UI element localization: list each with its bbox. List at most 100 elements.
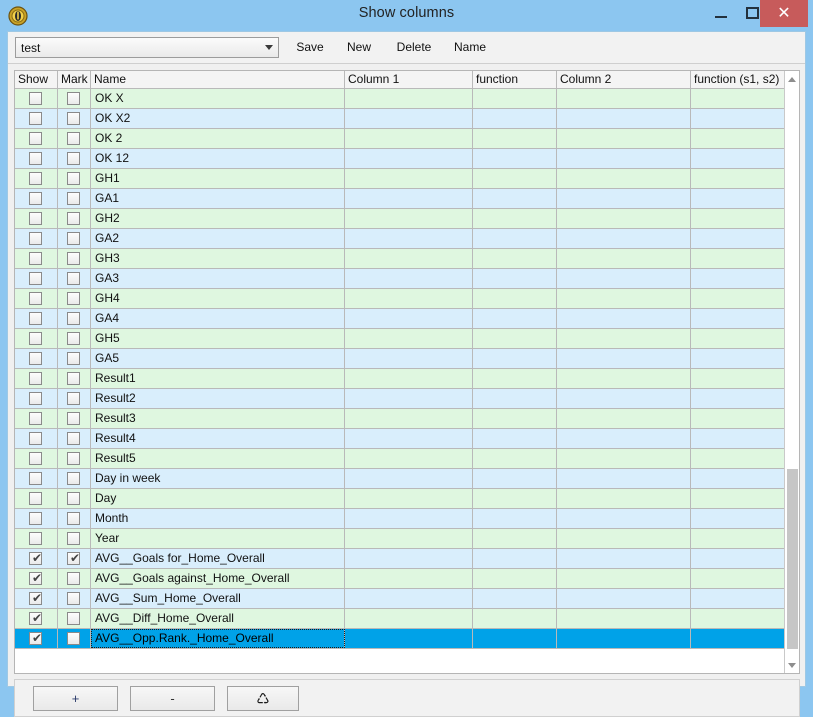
close-button[interactable]: ✕	[760, 0, 808, 27]
cell-function2[interactable]	[691, 389, 785, 408]
cell-mark[interactable]	[58, 109, 91, 128]
delete-button[interactable]: Delete	[389, 37, 439, 57]
cell-column1[interactable]	[345, 309, 473, 328]
checkbox[interactable]	[29, 452, 42, 465]
table-row[interactable]: ✔ AVG__Opp.Rank._Home_Overall	[15, 629, 785, 649]
cell-column1[interactable]	[345, 469, 473, 488]
cell-column2[interactable]	[557, 149, 691, 168]
cell-function2[interactable]	[691, 589, 785, 608]
table-row[interactable]: ✔ AVG__Diff_Home_Overall	[15, 609, 785, 629]
cell-function2[interactable]	[691, 629, 785, 648]
table-row[interactable]: Result4	[15, 429, 785, 449]
checkbox[interactable]	[67, 452, 80, 465]
grid-header-cell[interactable]: function	[473, 71, 557, 88]
cell-name[interactable]: GH4	[91, 289, 345, 308]
cell-function1[interactable]	[473, 249, 557, 268]
cell-name[interactable]: Result2	[91, 389, 345, 408]
table-row[interactable]: Year	[15, 529, 785, 549]
cell-function2[interactable]	[691, 429, 785, 448]
cell-function2[interactable]	[691, 169, 785, 188]
cell-mark[interactable]	[58, 89, 91, 108]
cell-name[interactable]: OK 12	[91, 149, 345, 168]
cell-function2[interactable]	[691, 509, 785, 528]
table-row[interactable]: GH4	[15, 289, 785, 309]
cell-mark[interactable]	[58, 429, 91, 448]
minimize-button[interactable]	[706, 0, 736, 26]
table-row[interactable]: GA5	[15, 349, 785, 369]
cell-name[interactable]: GA1	[91, 189, 345, 208]
cell-column2[interactable]	[557, 89, 691, 108]
cell-function1[interactable]	[473, 309, 557, 328]
cell-function1[interactable]	[473, 149, 557, 168]
cell-show[interactable]	[15, 269, 58, 288]
cell-function1[interactable]	[473, 289, 557, 308]
cell-column2[interactable]	[557, 109, 691, 128]
cell-column1[interactable]	[345, 389, 473, 408]
cell-function1[interactable]	[473, 369, 557, 388]
cell-column2[interactable]	[557, 449, 691, 468]
checkbox[interactable]	[29, 332, 42, 345]
cell-column2[interactable]	[557, 629, 691, 648]
cell-function2[interactable]	[691, 149, 785, 168]
table-row[interactable]: ✔ ✔ AVG__Goals for_Home_Overall	[15, 549, 785, 569]
cell-function1[interactable]	[473, 209, 557, 228]
cell-function2[interactable]	[691, 409, 785, 428]
checkbox[interactable]	[67, 92, 80, 105]
cell-function1[interactable]	[473, 489, 557, 508]
checkbox[interactable]	[67, 492, 80, 505]
save-button[interactable]: Save	[289, 37, 331, 57]
cell-column1[interactable]	[345, 209, 473, 228]
cell-mark[interactable]	[58, 569, 91, 588]
cell-show[interactable]	[15, 489, 58, 508]
checkbox[interactable]	[67, 312, 80, 325]
table-row[interactable]: Day in week	[15, 469, 785, 489]
checkbox[interactable]	[29, 412, 42, 425]
cell-function1[interactable]	[473, 389, 557, 408]
checkbox[interactable]	[29, 132, 42, 145]
table-row[interactable]: Result1	[15, 369, 785, 389]
cell-name[interactable]: Month	[91, 509, 345, 528]
checkbox[interactable]	[67, 392, 80, 405]
cell-column1[interactable]	[345, 449, 473, 468]
cell-function2[interactable]	[691, 529, 785, 548]
checkbox[interactable]	[67, 572, 80, 585]
checkbox[interactable]	[29, 292, 42, 305]
cell-column2[interactable]	[557, 569, 691, 588]
cell-function1[interactable]	[473, 629, 557, 648]
cell-mark[interactable]	[58, 509, 91, 528]
cell-mark[interactable]	[58, 329, 91, 348]
table-row[interactable]: GA3	[15, 269, 785, 289]
checkbox[interactable]: ✔	[29, 572, 42, 585]
cell-column1[interactable]	[345, 129, 473, 148]
scroll-up-arrow-icon[interactable]	[785, 72, 799, 86]
cell-column2[interactable]	[557, 409, 691, 428]
cell-name[interactable]: GH1	[91, 169, 345, 188]
cell-column1[interactable]	[345, 269, 473, 288]
cell-show[interactable]: ✔	[15, 609, 58, 628]
scrollbar-thumb[interactable]	[787, 469, 798, 649]
new-button[interactable]: New	[341, 37, 377, 57]
cell-show[interactable]	[15, 369, 58, 388]
cell-column2[interactable]	[557, 169, 691, 188]
cell-column1[interactable]	[345, 409, 473, 428]
cell-show[interactable]	[15, 449, 58, 468]
cell-name[interactable]: GH5	[91, 329, 345, 348]
cell-column2[interactable]	[557, 349, 691, 368]
checkbox[interactable]: ✔	[29, 632, 42, 645]
cell-name[interactable]: Result4	[91, 429, 345, 448]
cell-function1[interactable]	[473, 409, 557, 428]
checkbox[interactable]	[67, 212, 80, 225]
cell-function1[interactable]	[473, 429, 557, 448]
cell-column1[interactable]	[345, 549, 473, 568]
cell-mark[interactable]	[58, 469, 91, 488]
grid-header-cell[interactable]: Mark	[58, 71, 91, 88]
cell-show[interactable]	[15, 429, 58, 448]
table-row[interactable]: ✔ AVG__Sum_Home_Overall	[15, 589, 785, 609]
cell-column2[interactable]	[557, 509, 691, 528]
cell-column2[interactable]	[557, 309, 691, 328]
cell-name[interactable]: OK X2	[91, 109, 345, 128]
cell-function2[interactable]	[691, 89, 785, 108]
cell-function2[interactable]	[691, 609, 785, 628]
cell-mark[interactable]	[58, 169, 91, 188]
table-row[interactable]: GH5	[15, 329, 785, 349]
